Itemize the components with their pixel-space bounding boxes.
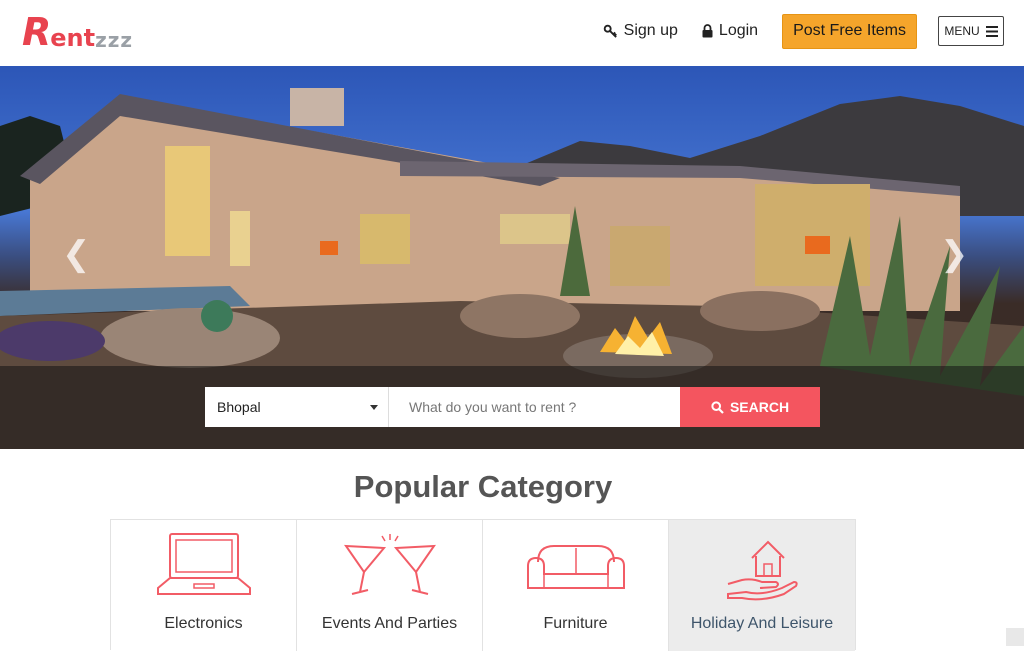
menu-label: MENU [944, 24, 980, 38]
search-button[interactable]: SEARCH [680, 387, 820, 427]
post-free-items-button[interactable]: Post Free Items [782, 13, 917, 49]
header-nav: Sign up Login Post Free Items MENU [603, 13, 1004, 49]
search-button-label: SEARCH [729, 399, 790, 415]
site-header: R ent zzz Sign up Login Post Free Items … [0, 0, 1024, 66]
sofa-icon [526, 545, 625, 589]
slider-prev-arrow[interactable]: ❮ [62, 234, 91, 274]
caret-down-icon [370, 404, 378, 410]
login-label: Login [718, 22, 759, 39]
category-furniture[interactable]: Furniture [483, 520, 669, 651]
cocktail-glasses-icon [343, 534, 436, 595]
lock-icon [702, 24, 713, 38]
logo-initial: R [22, 10, 51, 54]
city-value: Bhopal [217, 399, 261, 415]
category-label: Electronics [164, 615, 243, 632]
hamburger-icon [985, 25, 998, 37]
hand-house-icon [727, 540, 798, 601]
category-label: Events And Parties [321, 615, 458, 632]
key-icon [603, 24, 617, 38]
category-events[interactable]: Events And Parties [297, 520, 483, 651]
logo-text: ent [50, 24, 96, 52]
slider-next-arrow[interactable]: ❯ [940, 234, 969, 274]
category-label: Holiday And Leisure [690, 615, 834, 632]
logo-suffix: zzz [95, 28, 134, 52]
city-select[interactable]: Bhopal [205, 387, 389, 427]
category-label: Furniture [543, 615, 608, 632]
category-grid: Electronics Events And Parties Furniture… [110, 519, 856, 651]
search-icon [711, 400, 724, 414]
category-electronics[interactable]: Electronics [111, 520, 297, 651]
laptop-icon [156, 533, 251, 595]
site-logo[interactable]: R ent zzz [22, 10, 134, 54]
category-section-title: Popular Category [353, 469, 613, 504]
search-bar: Bhopal SEARCH [205, 387, 820, 427]
scroll-to-top-button[interactable] [1006, 628, 1024, 646]
signup-label: Sign up [623, 22, 678, 39]
search-input[interactable] [389, 387, 680, 427]
login-link[interactable]: Login [702, 22, 758, 40]
hero-slider: ❮ ❯ Bhopal SEARCH [0, 66, 1024, 449]
signup-link[interactable]: Sign up [603, 22, 678, 40]
menu-button[interactable]: MENU [938, 16, 1004, 46]
category-holiday-leisure[interactable]: Holiday And Leisure [669, 520, 855, 651]
